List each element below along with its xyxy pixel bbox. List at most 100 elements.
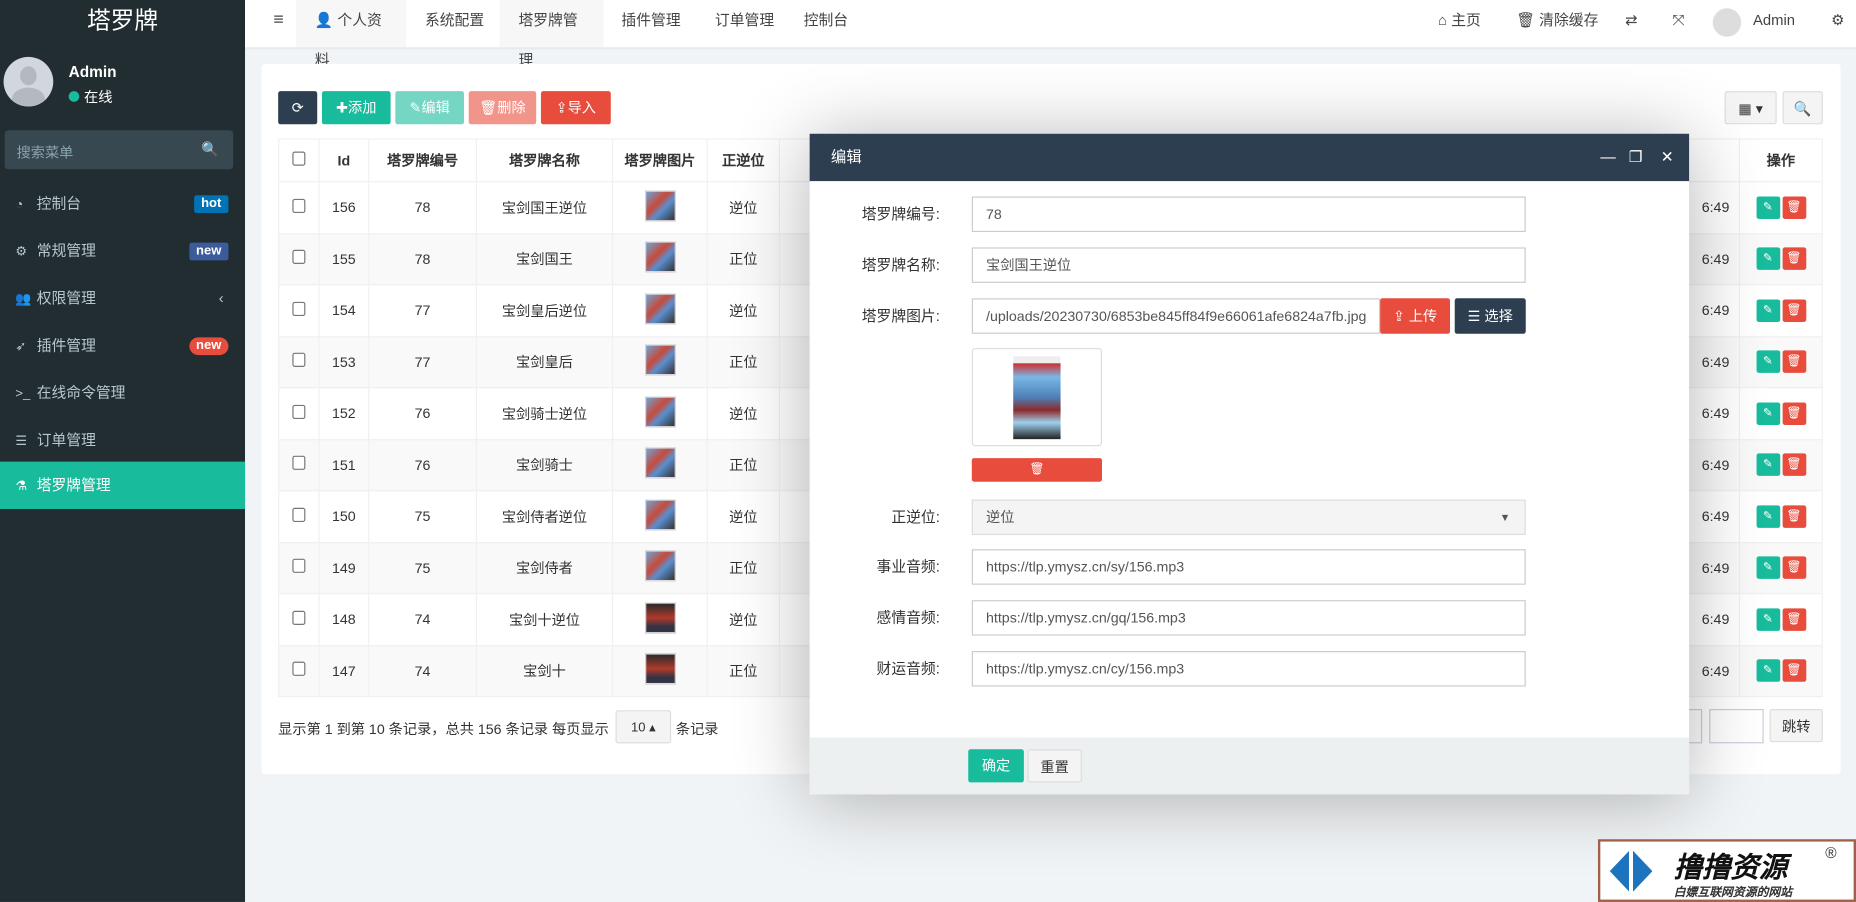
add-button[interactable]: ✚添加 — [321, 91, 391, 125]
row-edit-button[interactable]: ✎ — [1755, 608, 1780, 631]
row-delete-button[interactable]: 🗑 — [1782, 299, 1806, 322]
close-icon[interactable]: ✕ — [1661, 134, 1674, 181]
header-avatar[interactable] — [1712, 8, 1742, 37]
row-edit-button[interactable]: ✎ — [1755, 453, 1780, 477]
jump-button[interactable]: 跳转 — [1769, 709, 1823, 743]
header-user[interactable]: Admin — [1753, 0, 1795, 47]
card-thumbnail[interactable] — [644, 550, 676, 582]
col-position[interactable]: 正逆位 — [706, 138, 781, 183]
delete-button[interactable]: 🗑删除 — [468, 91, 537, 125]
sidebar-item-4[interactable]: >_ 在线命令管理 — [0, 369, 245, 416]
row-checkbox[interactable] — [278, 181, 320, 234]
sidebar-item-1[interactable]: ⚙ 常规管理 new — [0, 227, 245, 274]
cell-image[interactable] — [611, 387, 708, 440]
row-delete-button[interactable]: 🗑 — [1782, 505, 1806, 528]
fullscreen-icon[interactable]: ⤧ — [1654, 0, 1704, 47]
confirm-button[interactable]: 确定 — [968, 749, 1024, 783]
row-delete-button[interactable]: 🗑 — [1782, 659, 1806, 683]
remove-image-button[interactable]: 🗑 — [971, 458, 1102, 482]
clear-cache-button[interactable]: 🗑 清除缓存 — [1497, 0, 1617, 47]
card-thumbnail[interactable] — [644, 653, 676, 685]
settings-gear-icon[interactable]: ⚙ — [1812, 0, 1856, 47]
career-audio-input[interactable]: https://tlp.ymysz.cn/sy/156.mp3 — [971, 549, 1526, 585]
love-audio-input[interactable]: https://tlp.ymysz.cn/gq/156.mp3 — [971, 600, 1526, 636]
cell-image[interactable] — [611, 284, 708, 337]
import-button[interactable]: ⇪导入 — [540, 91, 611, 125]
number-input[interactable]: 78 — [971, 196, 1526, 232]
columns-toggle-button[interactable]: ▦ ▾ — [1724, 91, 1777, 125]
col-id[interactable]: Id — [318, 138, 370, 183]
row-edit-button[interactable]: ✎ — [1755, 350, 1780, 374]
col-name[interactable]: 塔罗牌名称 — [475, 138, 614, 183]
wealth-audio-input[interactable]: https://tlp.ymysz.cn/cy/156.mp3 — [971, 651, 1526, 687]
row-delete-button[interactable]: 🗑 — [1782, 402, 1806, 425]
refresh-button[interactable]: ⟳ — [278, 91, 318, 125]
row-edit-button[interactable]: ✎ — [1755, 556, 1780, 580]
card-thumbnail[interactable] — [644, 499, 676, 530]
reset-button[interactable]: 重置 — [1027, 749, 1082, 783]
cell-image[interactable] — [611, 644, 708, 698]
card-thumbnail[interactable] — [644, 447, 676, 479]
tab-tarot[interactable]: 塔罗牌管理 — [499, 0, 604, 69]
position-select[interactable]: 逆位 ▼ — [971, 499, 1526, 536]
col-image[interactable]: 塔罗牌图片 — [611, 138, 708, 183]
row-checkbox[interactable] — [278, 644, 320, 698]
cell-image[interactable] — [611, 490, 708, 543]
minimize-icon[interactable]: — — [1600, 134, 1615, 181]
tab-profile[interactable]: 👤 个人资料 — [295, 0, 406, 69]
tab-dashboard[interactable]: 控制台 — [785, 0, 867, 47]
edit-button[interactable]: ✎编辑 — [395, 91, 464, 125]
sidebar-item-5[interactable]: ☰ 订单管理 — [0, 417, 245, 464]
card-thumbnail[interactable] — [644, 293, 676, 325]
logo[interactable]: 塔罗牌 — [0, 0, 245, 47]
maximize-icon[interactable]: ❐ — [1629, 134, 1643, 181]
page-size-dropdown[interactable]: 10 ▴ — [615, 710, 672, 744]
choose-button[interactable]: ☰ 选择 — [1454, 298, 1526, 334]
cell-image[interactable] — [611, 335, 708, 389]
sidebar-item-6[interactable]: ⚗ 塔罗牌管理 — [0, 461, 246, 509]
sidebar-item-0[interactable]: ◔ 控制台 hot — [0, 180, 245, 227]
row-checkbox[interactable] — [278, 335, 320, 389]
row-edit-button[interactable]: ✎ — [1755, 299, 1780, 322]
row-edit-button[interactable]: ✎ — [1755, 505, 1780, 528]
sidebar-item-2[interactable]: 👥 权限管理 ‹ — [0, 275, 245, 322]
upload-button[interactable]: ⇪ 上传 — [1380, 298, 1450, 334]
cell-image[interactable] — [611, 438, 708, 492]
tab-system-config[interactable]: 系统配置 — [406, 0, 503, 47]
tab-orders[interactable]: 订单管理 — [696, 0, 793, 47]
row-checkbox[interactable] — [278, 387, 320, 440]
search-toggle-button[interactable]: 🔍 — [1782, 91, 1823, 125]
card-thumbnail[interactable] — [644, 602, 676, 633]
card-thumbnail[interactable] — [644, 241, 676, 273]
card-thumbnail[interactable] — [644, 190, 676, 222]
search-icon[interactable]: 🔍 — [201, 141, 219, 158]
image-preview[interactable] — [971, 347, 1102, 447]
tab-plugins[interactable]: 插件管理 — [602, 0, 699, 47]
select-all-checkbox[interactable] — [278, 138, 320, 183]
translate-icon[interactable]: ⇄ — [1606, 0, 1656, 47]
cell-image[interactable] — [611, 593, 708, 646]
row-delete-button[interactable]: 🗑 — [1782, 556, 1806, 580]
row-delete-button[interactable]: 🗑 — [1782, 350, 1806, 374]
row-delete-button[interactable]: 🗑 — [1782, 453, 1806, 477]
name-input[interactable]: 宝剑国王逆位 — [971, 247, 1526, 283]
row-checkbox[interactable] — [278, 438, 320, 492]
row-delete-button[interactable]: 🗑 — [1782, 196, 1806, 219]
cell-image[interactable] — [611, 541, 708, 595]
row-edit-button[interactable]: ✎ — [1755, 659, 1780, 683]
row-checkbox[interactable] — [278, 541, 320, 595]
row-edit-button[interactable]: ✎ — [1755, 247, 1780, 271]
row-checkbox[interactable] — [278, 232, 320, 286]
card-thumbnail[interactable] — [644, 344, 676, 376]
menu-search-input[interactable]: 搜索菜单 🔍 — [4, 130, 234, 170]
row-edit-button[interactable]: ✎ — [1755, 196, 1780, 219]
row-checkbox[interactable] — [278, 593, 320, 646]
cell-image[interactable] — [611, 232, 708, 286]
jump-page-input[interactable] — [1709, 709, 1764, 744]
card-thumbnail[interactable] — [644, 396, 676, 428]
home-link[interactable]: ⌂ 主页 — [1419, 0, 1500, 47]
row-checkbox[interactable] — [278, 490, 320, 543]
sidebar-item-3[interactable]: ➶ 插件管理 new — [0, 322, 245, 369]
row-delete-button[interactable]: 🗑 — [1782, 608, 1806, 631]
col-number[interactable]: 塔罗牌编号 — [368, 138, 478, 183]
